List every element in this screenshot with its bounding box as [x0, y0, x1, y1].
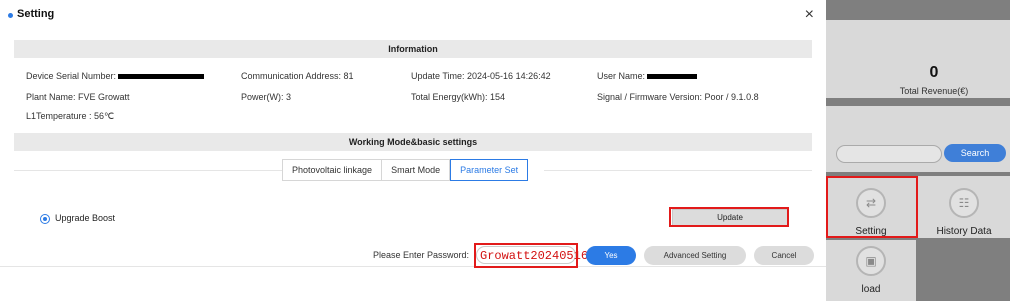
- signal-firmware: Signal / Firmware Version: Poor / 9.1.0.…: [597, 92, 759, 102]
- revenue-card: 0 Total Revenue(€): [826, 20, 1010, 98]
- tab-smart-mode[interactable]: Smart Mode: [382, 159, 451, 181]
- update-button-highlight: [669, 207, 789, 227]
- mode-tabs: Photovoltaic linkage Smart Mode Paramete…: [282, 159, 529, 181]
- user-name-label: User Name:: [597, 71, 646, 81]
- bg-search-input[interactable]: [836, 145, 942, 163]
- dialog-title-bar: Setting ×: [0, 0, 826, 32]
- tile-load[interactable]: ▣ load: [826, 240, 916, 301]
- working-mode-header: Working Mode&basic settings: [14, 133, 812, 151]
- upgrade-boost-radio[interactable]: [40, 214, 50, 224]
- close-icon[interactable]: ×: [805, 6, 814, 24]
- l1-temperature: L1Temperature : 56℃: [26, 111, 115, 121]
- setting-tile-highlight: [826, 176, 918, 238]
- tile-history-label: History Data: [936, 226, 992, 237]
- grid-icon: ☷: [949, 188, 979, 218]
- title-dot-icon: [8, 13, 13, 18]
- plant-name: Plant Name: FVE Growatt: [26, 92, 130, 102]
- power: Power(W): 3: [241, 92, 292, 102]
- cancel-button[interactable]: Cancel: [754, 246, 814, 265]
- tabs-divider-right: [544, 170, 812, 171]
- user-name: User Name:: [597, 71, 698, 81]
- tile-history-data[interactable]: ☷ History Data: [918, 176, 1010, 238]
- device-serial: Device Serial Number:: [26, 71, 205, 81]
- password-label: Please Enter Password:: [373, 250, 470, 260]
- password-highlight: [474, 243, 578, 268]
- tabs-divider-left: [14, 170, 282, 171]
- total-revenue-label: Total Revenue(€): [899, 86, 969, 96]
- yes-button[interactable]: Yes: [586, 246, 636, 265]
- tab-photovoltaic-linkage[interactable]: Photovoltaic linkage: [282, 159, 383, 181]
- tile-load-label: load: [861, 284, 881, 295]
- device-serial-label: Device Serial Number:: [26, 71, 117, 81]
- update-time: Update Time: 2024-05-16 14:26:42: [411, 71, 551, 81]
- upgrade-boost-label: Upgrade Boost: [55, 213, 116, 223]
- redacted-serial: [118, 74, 205, 80]
- communication-address: Communication Address: 81: [241, 71, 354, 81]
- information-header: Information: [14, 40, 812, 58]
- advanced-setting-button[interactable]: Advanced Setting: [644, 246, 746, 265]
- redacted-user-name: [647, 74, 698, 80]
- footer-divider: [0, 266, 826, 267]
- total-revenue-value: 0: [929, 64, 939, 81]
- tab-parameter-set[interactable]: Parameter Set: [450, 159, 529, 181]
- bg-search-button[interactable]: Search: [944, 144, 1006, 162]
- background-app: 0 Total Revenue(€) Search ⇄ Setting ☷ Hi…: [826, 0, 1010, 301]
- setting-dialog: Setting × Information Device Serial Numb…: [0, 0, 826, 301]
- load-icon: ▣: [856, 246, 886, 276]
- total-energy: Total Energy(kWh): 154: [411, 92, 506, 102]
- dialog-title: Setting: [17, 8, 55, 20]
- search-card: Search: [826, 106, 1010, 172]
